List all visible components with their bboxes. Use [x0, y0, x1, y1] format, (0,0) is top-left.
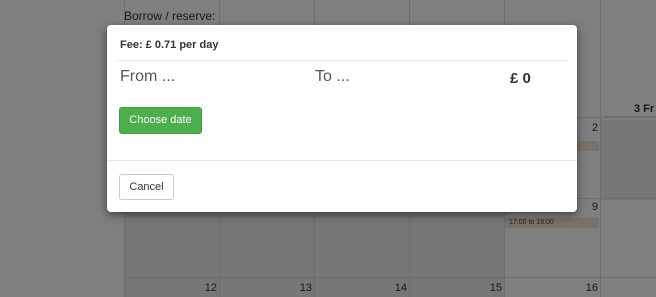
from-date-field[interactable]: From ... — [120, 68, 175, 86]
choose-date-button[interactable]: Choose date — [119, 107, 202, 134]
cancel-button[interactable]: Cancel — [119, 174, 174, 200]
to-date-field[interactable]: To ... — [315, 68, 350, 86]
modal-footer-divider — [107, 160, 577, 161]
reservation-modal: Fee: £ 0.71 per day From ... To ... £ 0 … — [107, 25, 577, 212]
fee-label: Fee: £ 0.71 per day — [120, 39, 219, 51]
total-price: £ 0 — [510, 70, 531, 87]
modal-divider — [117, 60, 567, 61]
